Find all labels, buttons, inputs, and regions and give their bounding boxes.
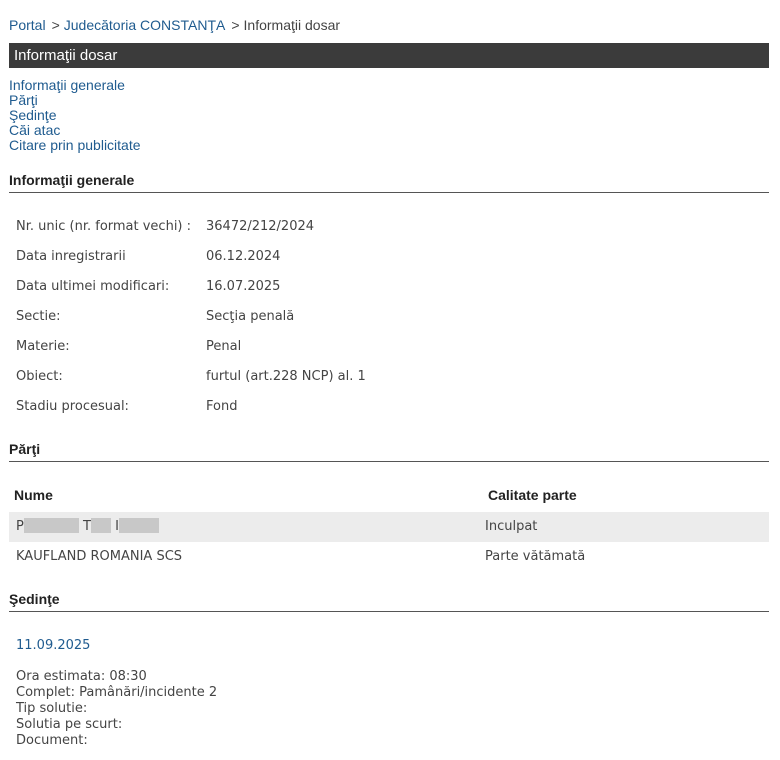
info-row: Nr. unic (nr. format vechi) : 36472/212/… (16, 212, 366, 242)
info-row: Stadiu procesual: Fond (16, 392, 366, 422)
breadcrumb-court-link[interactable]: Judecătoria CONSTANŢA (64, 17, 226, 33)
party-role: Parte vătămată (485, 549, 586, 564)
name-initial: P (16, 519, 24, 534)
info-table: Nr. unic (nr. format vechi) : 36472/212/… (16, 212, 366, 422)
parti-table-header: Nume Calitate parte (9, 480, 769, 512)
info-label: Obiect: (16, 369, 63, 384)
section-heading-parti: Părţi (9, 441, 769, 462)
info-row: Sectie: Secţia penală (16, 302, 366, 332)
info-row: Obiect: furtul (art.228 NCP) al. 1 (16, 362, 366, 392)
party-role: Inculpat (485, 519, 538, 534)
breadcrumb: Portal > Judecătoria CONSTANŢA > Informaţii … (9, 17, 340, 33)
info-label: Data inregistrarii (16, 249, 126, 264)
breadcrumb-separator: > (51, 17, 60, 33)
page-title-bar: Informaţii dosar (9, 43, 769, 68)
sedinta-solutia-pe-scurt: Solutia pe scurt: (16, 717, 123, 732)
breadcrumb-separator: > (231, 17, 240, 33)
sedinta-complet: Complet: Pamânări/incidente 2 (16, 685, 218, 700)
table-row: P T I Inculpat (9, 512, 769, 542)
info-label: Sectie: (16, 309, 61, 324)
info-value: Penal (206, 339, 242, 354)
column-header-nume: Nume (14, 487, 53, 503)
info-value: 36472/212/2024 (206, 219, 315, 234)
sedinta-document: Document: (16, 733, 88, 748)
section-heading-sedinte: Şedinţe (9, 591, 769, 612)
info-label: Data ultimei modificari: (16, 279, 170, 294)
section-heading-informatii-generale: Informaţii generale (9, 172, 769, 193)
redacted-block (23, 518, 79, 533)
name-initial: T (82, 519, 91, 534)
info-value: Fond (206, 399, 238, 414)
parti-table: Nume Calitate parte P T I Inculpat KAUFL… (9, 480, 769, 572)
info-label: Nr. unic (nr. format vechi) : (16, 219, 192, 234)
page: Portal > Judecătoria CONSTANŢA > Informaţii … (0, 0, 780, 760)
nav-link-informatii-generale[interactable]: Informaţii generale (9, 78, 141, 93)
table-row: KAUFLAND ROMANIA SCS Parte vătămată (9, 542, 769, 572)
nav-link-cai-atac[interactable]: Căi atac (9, 123, 141, 138)
info-label: Stadiu procesual: (16, 399, 129, 414)
sedinta-ora: Ora estimata: 08:30 (16, 669, 147, 684)
redacted-block (90, 518, 111, 533)
section-nav: Informaţii generale Părţi Şedinţe Căi at… (9, 78, 141, 153)
info-label: Materie: (16, 339, 70, 354)
info-row: Data ultimei modificari: 16.07.2025 (16, 272, 366, 302)
breadcrumb-portal-link[interactable]: Portal (9, 17, 46, 33)
info-value: 16.07.2025 (206, 279, 281, 294)
sedinta-details: Ora estimata: 08:30 Complet: Pamânări/in… (16, 669, 217, 749)
nav-link-citare-publicitate[interactable]: Citare prin publicitate (9, 138, 141, 153)
party-name: KAUFLAND ROMANIA SCS (16, 549, 183, 564)
sedinta-tip-solutie: Tip solutie: (16, 701, 88, 716)
info-row: Data inregistrarii 06.12.2024 (16, 242, 366, 272)
column-header-calitate: Calitate parte (488, 487, 577, 503)
breadcrumb-current: Informaţii dosar (243, 17, 341, 33)
info-value: 06.12.2024 (206, 249, 281, 264)
sedinta-date: 11.09.2025 (16, 638, 91, 653)
info-row: Materie: Penal (16, 332, 366, 362)
nav-link-parti[interactable]: Părţi (9, 93, 141, 108)
info-value: furtul (art.228 NCP) al. 1 (206, 369, 366, 384)
redacted-block (118, 518, 159, 533)
info-value: Secţia penală (206, 309, 295, 324)
nav-link-sedinte[interactable]: Şedinţe (9, 108, 141, 123)
party-name-redacted: P T I (9, 512, 485, 542)
